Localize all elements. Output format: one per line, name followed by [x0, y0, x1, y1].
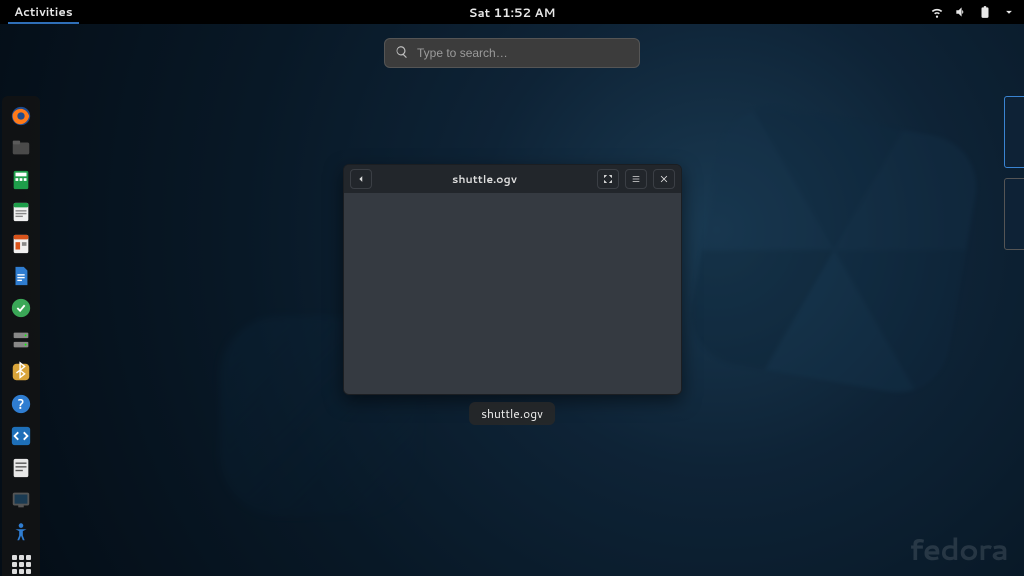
system-tray	[930, 5, 1016, 19]
workspace-thumb-2[interactable]	[1004, 178, 1024, 250]
system-menu-icon[interactable]	[1002, 5, 1016, 19]
svg-text:?: ?	[18, 396, 25, 414]
search-icon	[395, 42, 409, 65]
battery-icon[interactable]	[978, 5, 992, 19]
code-icon[interactable]	[9, 424, 33, 448]
close-button[interactable]	[653, 169, 675, 189]
screenshot-icon[interactable]	[9, 488, 33, 512]
fullscreen-button[interactable]	[597, 169, 619, 189]
text-icon[interactable]	[9, 456, 33, 480]
firefox-icon[interactable]	[9, 104, 33, 128]
document-icon[interactable]	[9, 264, 33, 288]
window-titlebar: shuttle.ogv	[344, 165, 681, 193]
files-icon[interactable]	[9, 136, 33, 160]
dash: ?	[2, 96, 40, 576]
fedora-logo: fedora	[909, 527, 1008, 570]
top-bar: Activities Sat 11:52 AM	[0, 0, 1024, 24]
video-area[interactable]	[344, 193, 681, 394]
window-label: shuttle.ogv	[469, 402, 555, 425]
menu-button[interactable]	[625, 169, 647, 189]
show-apps-button[interactable]	[9, 552, 33, 576]
window-title: shuttle.ogv	[372, 171, 597, 187]
wifi-icon[interactable]	[930, 5, 944, 19]
back-button[interactable]	[350, 169, 372, 189]
bluetooth-icon[interactable]	[9, 360, 33, 384]
workspace-switcher	[1004, 96, 1024, 250]
search-bar[interactable]	[384, 38, 640, 68]
help-icon[interactable]: ?	[9, 392, 33, 416]
impress-icon[interactable]	[9, 232, 33, 256]
calc-icon[interactable]	[9, 168, 33, 192]
search-input[interactable]	[417, 46, 629, 60]
accessibility-icon[interactable]	[9, 520, 33, 544]
clock[interactable]: Sat 11:52 AM	[469, 4, 556, 21]
video-player-window[interactable]: shuttle.ogv	[343, 164, 682, 395]
volume-icon[interactable]	[954, 5, 968, 19]
workspace-thumb-1[interactable]	[1004, 96, 1024, 168]
software-icon[interactable]	[9, 296, 33, 320]
disks-icon[interactable]	[9, 328, 33, 352]
writer-icon[interactable]	[9, 200, 33, 224]
activities-button[interactable]: Activities	[8, 1, 79, 24]
